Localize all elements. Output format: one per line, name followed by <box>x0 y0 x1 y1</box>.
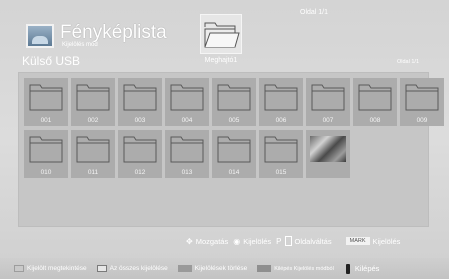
view-selected-label: Kijelölt megtekintése <box>27 265 87 272</box>
folder-item[interactable]: 012 <box>118 130 162 178</box>
folder-icon <box>217 136 251 163</box>
page-updown-icon <box>284 236 292 246</box>
photo-list-screen: Fényképlista Kijelölés mód Külső USB Meg… <box>0 0 449 279</box>
red-key-icon <box>14 265 24 272</box>
folder-item[interactable]: 010 <box>24 130 68 178</box>
folder-label: 012 <box>134 169 146 176</box>
clear-selection-label: Kijelölések törlése <box>194 265 248 272</box>
file-grid: 001 002 003 004 005 006 007 008 009 010 … <box>18 72 444 227</box>
folder-icon <box>264 84 298 111</box>
mark-key-icon: MARK <box>345 237 370 245</box>
folder-item[interactable]: 001 <box>24 78 68 126</box>
folder-label: 002 <box>87 117 99 124</box>
select-all-button[interactable]: Az összes kijelölése <box>96 265 168 272</box>
folder-icon <box>29 84 63 111</box>
page-indicator-top: Oldal 1/1 <box>300 9 329 16</box>
folder-item[interactable]: 013 <box>165 130 209 178</box>
select-label: Kijelölés <box>243 236 272 246</box>
folder-icon <box>123 136 157 163</box>
help-bar: ✥ Mozgatás ◉ Kijelölés P Oldalváltás MAR… <box>186 235 400 247</box>
folder-item[interactable]: 014 <box>212 130 256 178</box>
current-folder-icon <box>200 14 242 54</box>
view-selected-button[interactable]: Kijelölt megtekintése <box>14 265 87 272</box>
folder-label: 010 <box>40 169 52 176</box>
green-key-icon <box>96 265 107 272</box>
folder-item[interactable]: 003 <box>118 78 162 126</box>
color-key-bar: Kijelölt megtekintése Az összes kijelölé… <box>0 258 449 279</box>
yellow-key-icon <box>177 265 192 272</box>
exit-button[interactable]: Kilépés <box>345 263 380 274</box>
navigate-arrows-icon: ✥ <box>186 236 193 246</box>
folder-label: 005 <box>228 117 240 124</box>
folder-item[interactable]: 009 <box>400 78 444 126</box>
folder-icon <box>29 136 63 163</box>
photo-thumbnail[interactable] <box>306 130 350 178</box>
folder-item[interactable]: 007 <box>306 78 350 126</box>
folder-label: 007 <box>322 117 334 124</box>
folder-item[interactable]: 005 <box>212 78 256 126</box>
exit-key-icon <box>345 263 350 274</box>
photo-list-icon <box>26 24 54 48</box>
folder-icon <box>76 136 110 163</box>
folder-label: 013 <box>181 169 193 176</box>
ok-button-icon: ◉ <box>233 236 241 246</box>
clear-selection-button[interactable]: Kijelölések törlése <box>177 265 248 272</box>
source-label: Külső USB <box>22 54 81 68</box>
folder-label: 009 <box>416 117 428 124</box>
p-key-label: P <box>276 236 282 246</box>
folder-label: 001 <box>40 117 52 124</box>
folder-item[interactable]: 006 <box>259 78 303 126</box>
folder-icon <box>170 84 204 111</box>
folder-item[interactable]: 002 <box>71 78 115 126</box>
folder-icon <box>264 136 298 163</box>
photo-image <box>310 136 346 162</box>
exit-mark-mode-label: Kilépés Kijelölés módból <box>274 265 334 272</box>
exit-mark-mode-button[interactable]: Kilépés Kijelölés módból <box>257 265 334 272</box>
page-indicator-right: Oldal 1/1 <box>397 59 420 65</box>
folder-item[interactable]: 004 <box>165 78 209 126</box>
exit-label: Kilépés <box>354 264 380 273</box>
folder-label: 006 <box>275 117 287 124</box>
folder-icon <box>217 84 251 111</box>
folder-label: 004 <box>181 117 193 124</box>
folder-icon <box>358 84 392 111</box>
mode-subtitle: Kijelölés mód <box>62 42 98 48</box>
folder-label: 003 <box>134 117 146 124</box>
select-all-label: Az összes kijelölése <box>109 265 168 272</box>
folder-icon <box>170 136 204 163</box>
folder-icon <box>123 84 157 111</box>
current-folder-name: Meghajtó1 <box>204 57 238 64</box>
folder-item[interactable]: 011 <box>71 130 115 178</box>
page-change-label: Oldalváltás <box>294 236 332 246</box>
folder-icon <box>311 84 345 111</box>
folder-item[interactable]: 008 <box>353 78 397 126</box>
folder-label: 014 <box>228 169 240 176</box>
folder-icon <box>405 84 439 111</box>
blue-key-icon <box>257 265 272 272</box>
move-label: Mozgatás <box>195 236 229 246</box>
folder-item[interactable]: 015 <box>259 130 303 178</box>
folder-label: 008 <box>369 117 381 124</box>
mark-label: Kijelölés <box>372 236 401 246</box>
app-title: Fényképlista <box>60 22 167 43</box>
folder-icon <box>76 84 110 111</box>
folder-label: 015 <box>275 169 287 176</box>
folder-label: 011 <box>87 169 99 176</box>
